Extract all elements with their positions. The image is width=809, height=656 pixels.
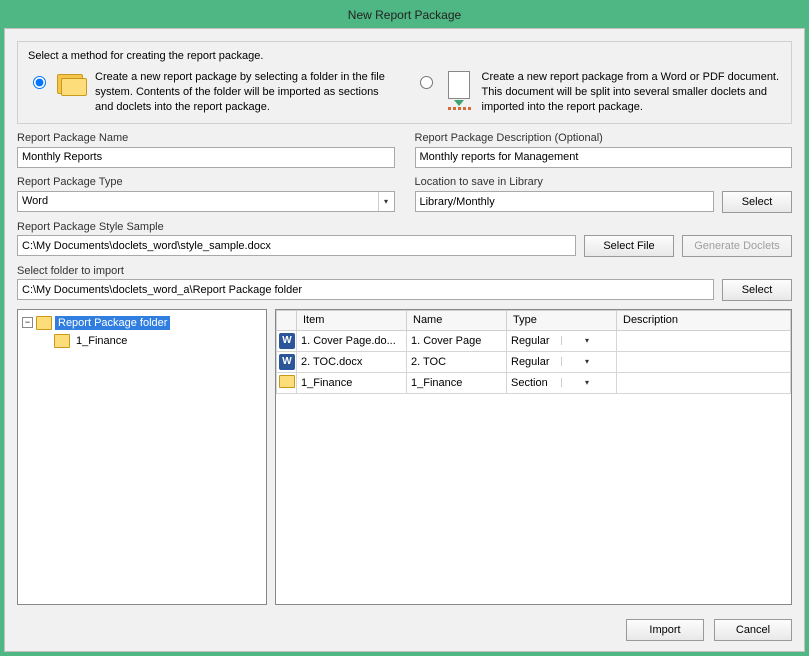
doclet-grid[interactable]: Item Name Type Description W1. Cover Pag… [275,309,792,605]
style-label: Report Package Style Sample [17,221,792,233]
method-option-document[interactable]: Create a new report package from a Word … [415,68,782,115]
tree-child-row[interactable]: 1_Finance [22,332,262,350]
col-desc[interactable]: Description [617,310,791,330]
method-text-folder: Create a new report package by selecting… [95,68,395,115]
word-icon: W [279,354,295,370]
type-value: Word [18,195,378,207]
method-option-folder[interactable]: Create a new report package by selecting… [28,68,395,115]
col-type[interactable]: Type [507,310,617,330]
table-row[interactable]: W2. TOC.docx2. TOCRegular▾ [277,351,791,372]
tree-root-label[interactable]: Report Package folder [55,316,170,330]
chevron-down-icon[interactable]: ▾ [561,378,612,387]
document-split-icon [442,68,476,102]
folder-icon [36,316,52,330]
location-input[interactable] [415,191,715,212]
table-row[interactable]: W1. Cover Page.do...1. Cover PageRegular… [277,330,791,351]
name-label: Report Package Name [17,132,395,144]
cell-desc[interactable] [617,330,791,351]
col-item[interactable]: Item [297,310,407,330]
desc-input[interactable] [415,147,793,168]
chevron-down-icon[interactable]: ▾ [561,357,612,366]
cell-item[interactable]: 1_Finance [297,372,407,393]
cell-type[interactable]: Regular▾ [507,351,617,372]
cell-type[interactable]: Regular▾ [507,330,617,351]
col-icon [277,310,297,330]
folder-tree[interactable]: − Report Package folder 1_Finance [17,309,267,605]
type-combo[interactable]: Word ▾ [17,191,395,212]
tree-child-label[interactable]: 1_Finance [73,334,130,348]
select-file-button[interactable]: Select File [584,235,674,257]
method-text-document: Create a new report package from a Word … [482,68,782,115]
folder-icon [55,68,89,102]
folder-icon [279,375,295,388]
cell-name[interactable]: 2. TOC [407,351,507,372]
desc-label: Report Package Description (Optional) [415,132,793,144]
cell-name[interactable]: 1. Cover Page [407,330,507,351]
folder-icon [54,334,70,348]
word-icon: W [279,333,295,349]
location-select-button[interactable]: Select [722,191,792,213]
chevron-down-icon[interactable]: ▾ [561,336,612,345]
location-label: Location to save in Library [415,176,793,188]
window-title: New Report Package [4,4,805,28]
tree-root-row[interactable]: − Report Package folder [22,314,262,332]
import-folder-input[interactable] [17,279,714,300]
cell-name[interactable]: 1_Finance [407,372,507,393]
chevron-down-icon[interactable]: ▾ [378,192,394,211]
import-folder-select-button[interactable]: Select [722,279,792,301]
cell-item[interactable]: 2. TOC.docx [297,351,407,372]
table-row[interactable]: 1_Finance1_FinanceSection▾ [277,372,791,393]
tree-collapse-icon[interactable]: − [22,317,33,328]
method-panel: Select a method for creating the report … [17,41,792,124]
col-name[interactable]: Name [407,310,507,330]
name-input[interactable] [17,147,395,168]
cancel-button[interactable]: Cancel [714,619,792,641]
cell-desc[interactable] [617,351,791,372]
cell-type[interactable]: Section▾ [507,372,617,393]
cell-desc[interactable] [617,372,791,393]
type-label: Report Package Type [17,176,395,188]
method-radio-document[interactable] [420,76,433,89]
import-button[interactable]: Import [626,619,704,641]
import-folder-label: Select folder to import [17,265,792,277]
method-label: Select a method for creating the report … [28,50,781,62]
style-input[interactable] [17,235,576,256]
generate-doclets-button: Generate Doclets [682,235,792,257]
cell-item[interactable]: 1. Cover Page.do... [297,330,407,351]
method-radio-folder[interactable] [33,76,46,89]
